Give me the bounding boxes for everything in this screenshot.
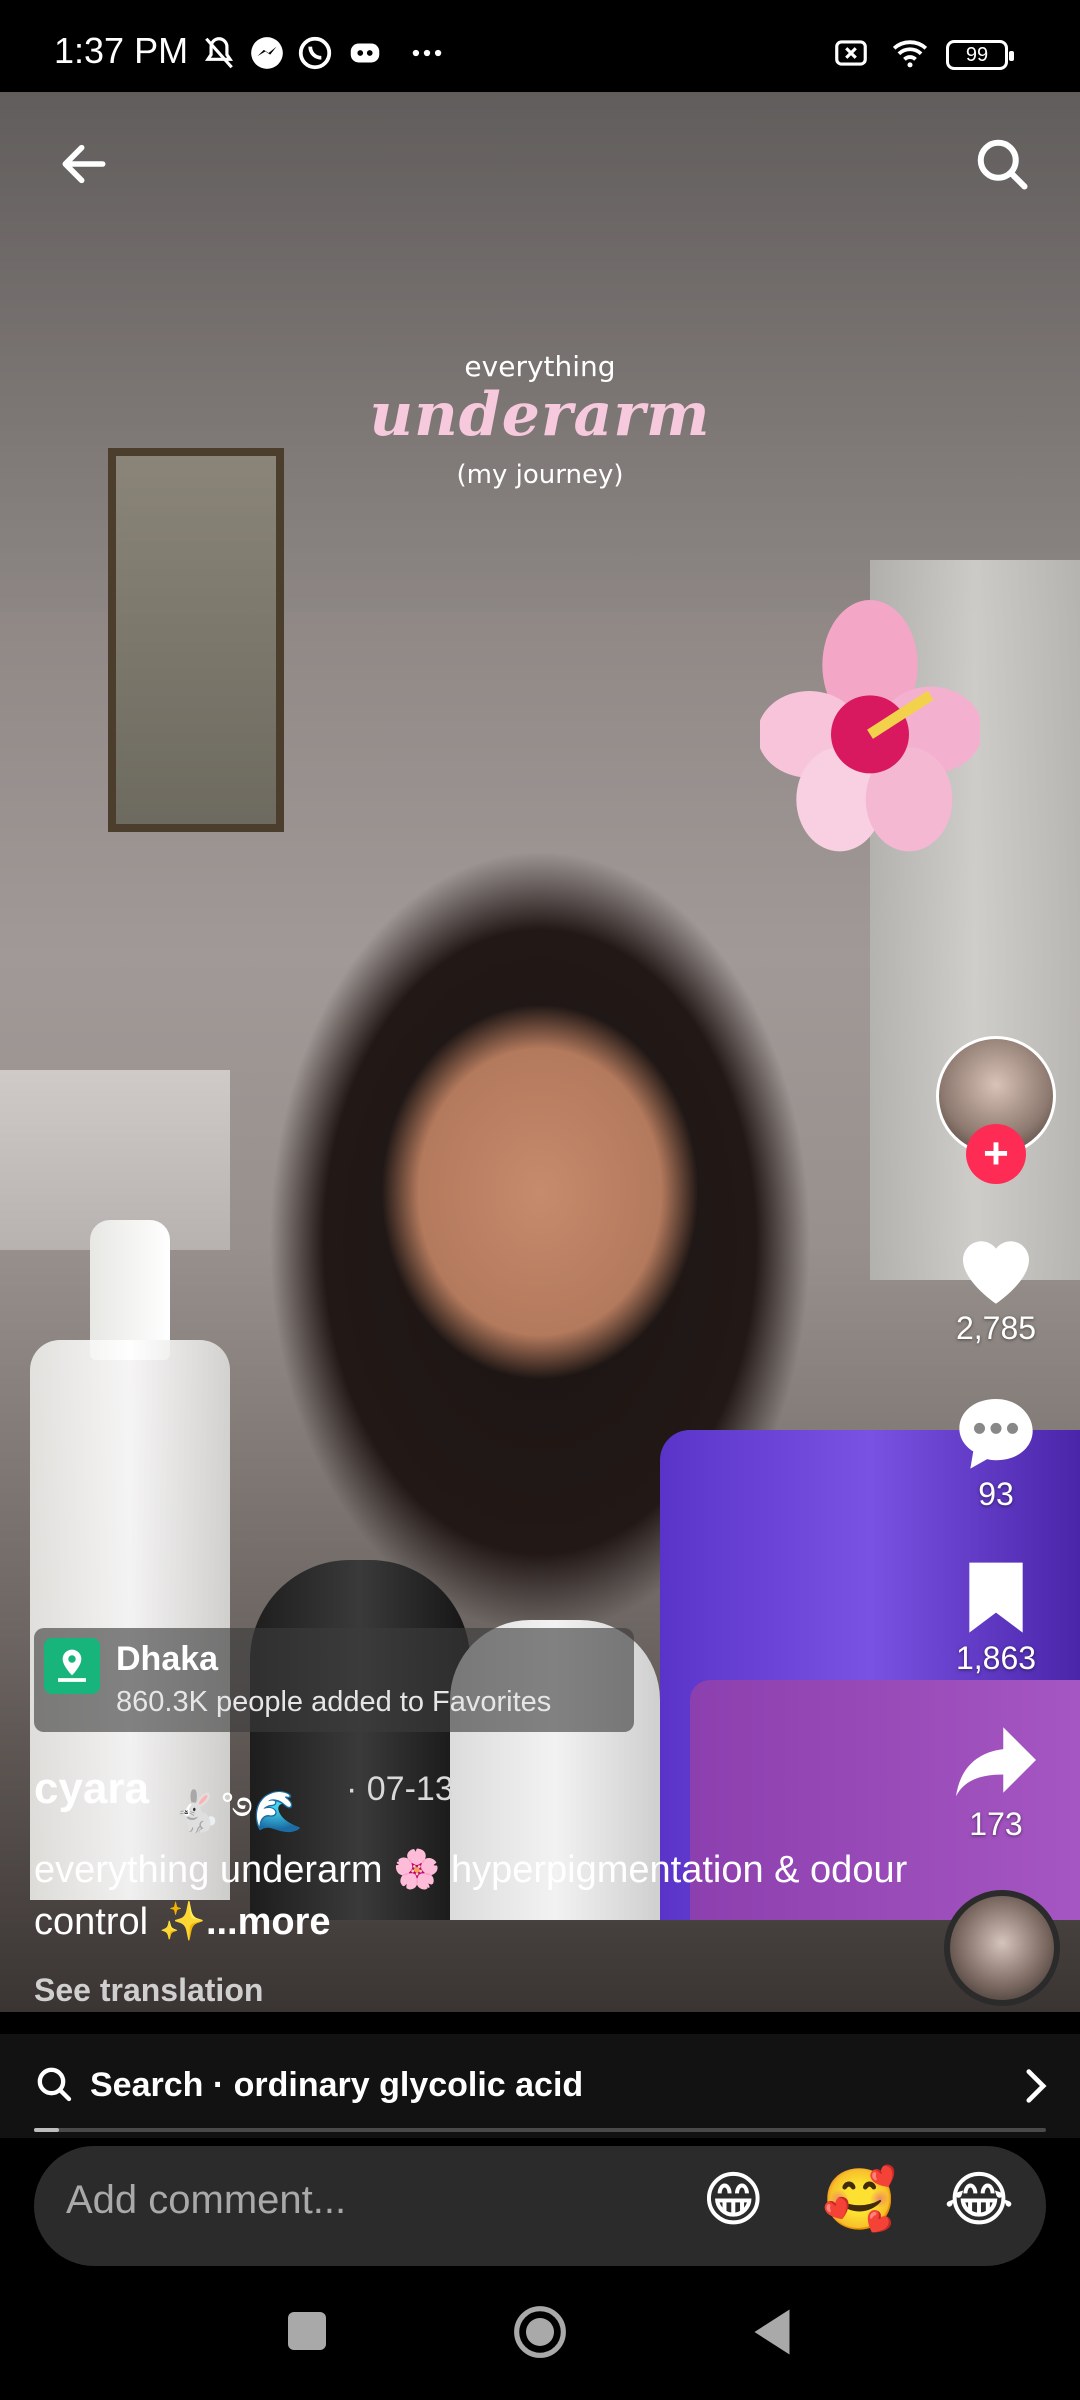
favorite-count: 1,863 [955,1640,1037,1676]
nav-back-button[interactable] [752,2306,792,2358]
whatsapp-icon [298,36,332,70]
like-count: 2,785 [955,1310,1037,1346]
mute-icon [204,37,234,69]
emoji-love-button[interactable]: 🥰 [822,2170,897,2230]
location-name: Dhaka [116,1640,219,1678]
hibiscus-flower-icon [760,600,980,852]
back-button[interactable] [56,136,112,192]
share-count: 173 [969,1806,1023,1842]
bottle-cap [90,1220,170,1360]
search-suggestion-text: Search · ordinary glycolic acid [90,2066,584,2104]
comment-button[interactable] [952,1390,1040,1474]
home-button[interactable] [512,2304,568,2360]
share-button[interactable] [952,1720,1040,1800]
see-translation-link[interactable]: See translation [34,1972,263,2009]
wifi-icon [892,40,928,68]
comment-count: 93 [978,1476,1014,1512]
wall-picture [108,448,284,832]
overlay-text-underarm: underarm [369,380,711,450]
plus-icon: + [983,1129,1009,1178]
battery-level: 99 [965,43,989,66]
caption-more-link[interactable]: ...more [206,1901,331,1943]
status-time: 1:37 PM [54,30,189,71]
video-progress-track[interactable] [34,2128,1046,2132]
post-date: · 07-13 [346,1770,454,1808]
recents-button[interactable] [288,2312,326,2350]
location-subtitle: 860.3K people added to Favorites [116,1686,552,1718]
more-dots-icon [412,49,442,57]
emoji-laugh-button[interactable]: 😂 [944,2170,1014,2230]
battery-icon: 99 [946,40,1014,70]
overlay-text-everything: everything [464,350,616,383]
follow-button[interactable]: + [966,1124,1026,1184]
location-pin-icon [44,1638,100,1694]
music-disc[interactable] [944,1890,1060,2006]
x-box-icon [835,40,867,66]
favorite-button[interactable] [962,1556,1030,1636]
search-icon [37,2067,72,2102]
like-button[interactable] [952,1226,1040,1308]
search-button[interactable] [972,134,1032,194]
chevron-right-icon [1026,2069,1047,2103]
status-bar: 1:37 PM 99 [0,0,1080,92]
caption-text: everything underarm 🌸 hyperpigmentation … [34,1849,908,1943]
video-progress-fill [34,2128,59,2132]
creator-username[interactable]: cyara [34,1764,149,1814]
discord-icon [350,43,380,63]
overlay-text-journey: (my journey) [456,460,624,490]
comment-placeholder: Add comment... [66,2178,347,2222]
emoji-grin-button[interactable]: 😁 [702,2170,765,2230]
post-caption[interactable]: everything underarm 🌸 hyperpigmentation … [34,1844,914,1948]
messenger-icon [251,37,283,69]
